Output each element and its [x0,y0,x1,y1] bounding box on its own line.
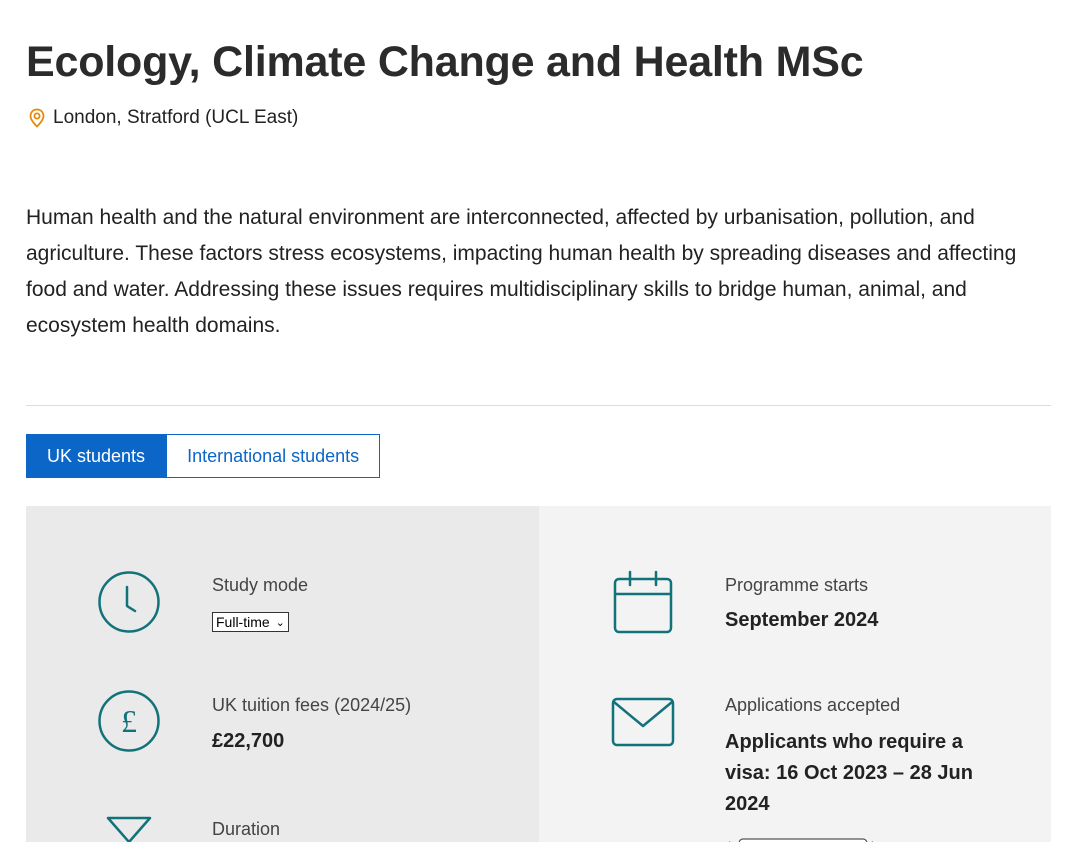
tab-uk-students[interactable]: UK students [26,434,167,478]
location-text: London, Stratford (UCL East) [53,107,299,128]
location: London, Stratford (UCL East) [28,107,298,129]
clock-icon [98,571,160,633]
svg-text:£: £ [121,703,137,739]
duration-label: Duration [212,819,281,839]
divider [26,405,1051,406]
study-mode-select[interactable]: Full-time ⌄ [212,612,289,632]
tab-international-students[interactable]: International students [166,434,381,478]
study-mode-label: Study mode [212,575,309,595]
fees-value: £22,700 [212,730,285,752]
pound-icon: £ [98,690,160,752]
location-pin-icon [29,108,45,128]
applications-label: Applications accepted [725,695,901,715]
intro-paragraph: Human health and the natural environment… [26,206,1017,337]
study-mode-selected: Full-time [216,614,270,630]
hourglass-icon [106,816,152,842]
envelope-icon [611,697,675,747]
student-type-tabs: UK students International students [26,434,381,478]
application-status-badge [729,838,873,842]
fees-label: UK tuition fees (2024/25) [212,695,412,715]
chevron-down-icon: ⌄ [275,616,285,629]
page-title: Ecology, Climate Change and Health MSc [26,38,864,86]
programme-starts-value: September 2024 [725,609,879,631]
calendar-icon [613,570,673,634]
programme-starts-label: Programme starts [725,575,869,595]
key-info-left-panel [26,506,539,842]
applications-value: Applicants who require a visa: 16 Oct 20… [725,731,973,815]
